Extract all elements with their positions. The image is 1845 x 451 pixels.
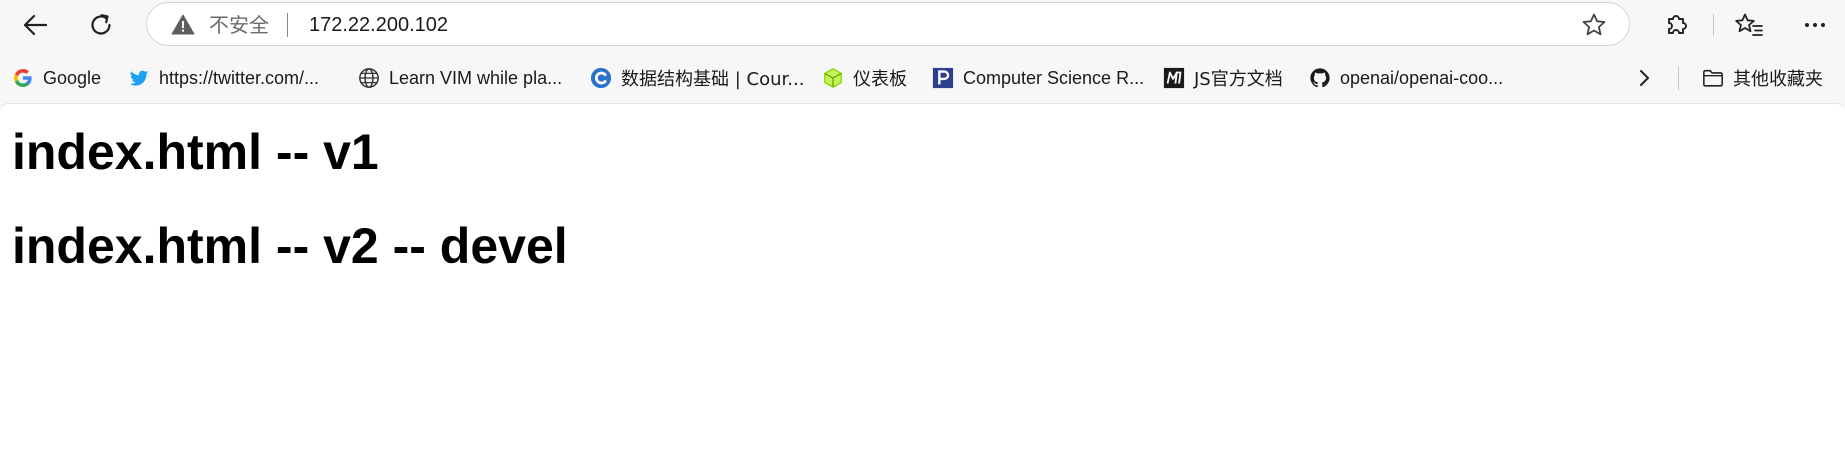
p-logo-icon bbox=[932, 67, 954, 89]
bookmark-data-structures[interactable]: 数据结构基础 | Cour... bbox=[590, 56, 804, 100]
chevron-right-icon bbox=[1640, 70, 1649, 86]
bookmark-learn-vim[interactable]: Learn VIM while pla... bbox=[358, 56, 562, 100]
bookmark-openai-cookbook[interactable]: openai/openai-coo... bbox=[1309, 56, 1503, 100]
bookmark-label: 其他收藏夹 bbox=[1733, 69, 1823, 90]
puzzle-icon bbox=[1668, 15, 1687, 34]
other-favorites-folder[interactable]: 其他收藏夹 bbox=[1702, 56, 1823, 100]
star-icon[interactable] bbox=[1581, 12, 1607, 38]
bookmark-twitter[interactable]: https://twitter.com/... bbox=[128, 56, 319, 100]
twitter-icon bbox=[129, 70, 149, 86]
c-logo-icon bbox=[590, 67, 612, 89]
back-arrow-icon bbox=[23, 14, 48, 36]
more-button[interactable] bbox=[1795, 5, 1835, 45]
bookmark-label: JS官方文档 bbox=[1194, 69, 1283, 90]
favorites-star-icon bbox=[1735, 13, 1763, 36]
warning-triangle-icon[interactable] bbox=[171, 13, 195, 37]
bookmark-label: https://twitter.com/... bbox=[159, 67, 320, 88]
bookmark-label: Computer Science R... bbox=[963, 67, 1145, 88]
m-logo-icon bbox=[1163, 67, 1185, 89]
bookmarks-bar: Google https://twitter.com/... Learn VIM… bbox=[0, 56, 1845, 100]
more-dots-icon bbox=[1805, 23, 1825, 27]
bookmark-label: Google bbox=[43, 67, 102, 88]
page-heading-v2: index.html -- v2 -- devel bbox=[12, 218, 568, 274]
bookmark-label: Learn VIM while pla... bbox=[389, 67, 563, 88]
bookmark-label: 仪表板 bbox=[853, 69, 907, 90]
address-bar[interactable]: 不安全 172.22.200.102 bbox=[146, 2, 1630, 46]
bookmark-js-docs[interactable]: JS官方文档 bbox=[1163, 56, 1283, 100]
address-divider bbox=[287, 13, 288, 37]
page-content: index.html -- v1 index.html -- v2 -- dev… bbox=[0, 104, 1845, 451]
folder-icon bbox=[1703, 69, 1723, 87]
security-status-label[interactable]: 不安全 bbox=[209, 14, 269, 36]
favorites-button[interactable] bbox=[1729, 5, 1769, 45]
bookmark-label: openai/openai-coo... bbox=[1340, 67, 1504, 88]
extensions-button[interactable] bbox=[1656, 5, 1696, 45]
bookmarks-overflow-button[interactable] bbox=[1635, 56, 1653, 100]
browser-window: 不安全 172.22.200.102 Google https://twitte… bbox=[0, 0, 1845, 451]
bookmark-google[interactable]: Google bbox=[12, 56, 101, 100]
toolbar-separator bbox=[1713, 14, 1714, 36]
github-icon bbox=[1310, 68, 1330, 88]
browser-toolbar: 不安全 172.22.200.102 bbox=[0, 0, 1845, 50]
back-button[interactable] bbox=[15, 5, 55, 45]
globe-icon bbox=[359, 68, 379, 88]
url-text[interactable]: 172.22.200.102 bbox=[309, 13, 448, 37]
google-icon bbox=[14, 69, 32, 87]
bookmark-label: 数据结构基础 | Cour... bbox=[621, 69, 805, 90]
refresh-button[interactable] bbox=[81, 5, 121, 45]
cube-icon bbox=[824, 68, 842, 88]
bookmark-dashboard[interactable]: 仪表板 bbox=[822, 56, 907, 100]
bookmarks-separator bbox=[1678, 66, 1679, 90]
refresh-icon bbox=[91, 14, 111, 35]
page-heading-v1: index.html -- v1 bbox=[12, 124, 379, 180]
bookmark-computer-science[interactable]: Computer Science R... bbox=[932, 56, 1144, 100]
